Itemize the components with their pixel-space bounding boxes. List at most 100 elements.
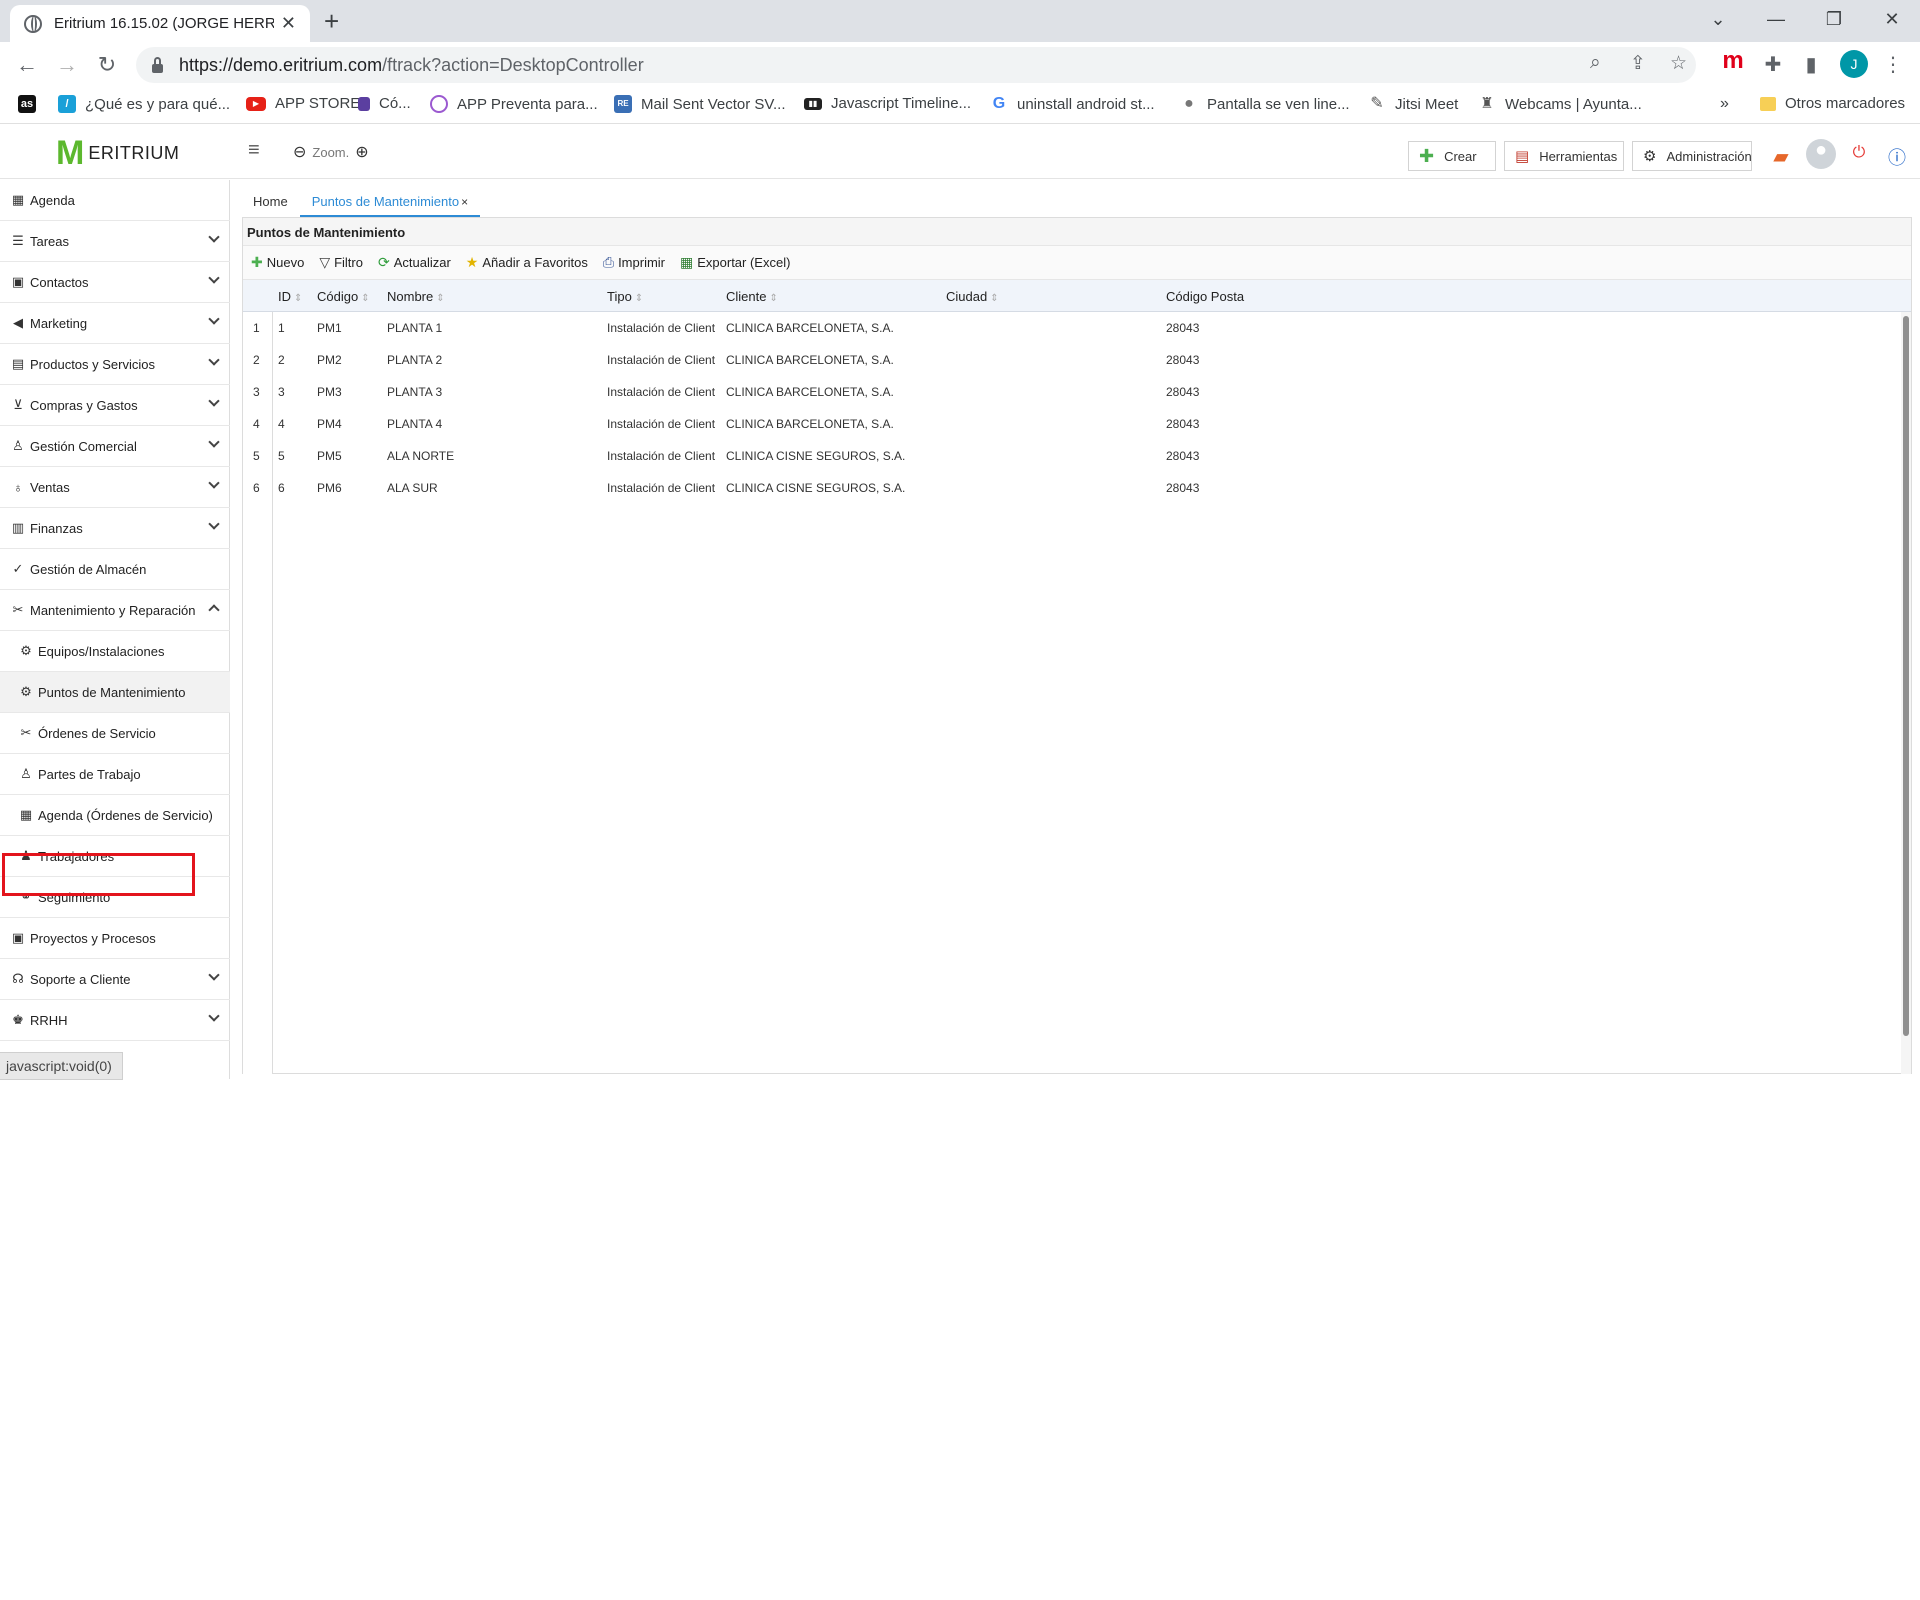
column-header-ciudad[interactable]: Ciudad ⇕ [946,289,999,304]
bookmark-2[interactable]: ▶ APP STORE [246,95,360,112]
new-tab-button[interactable]: + [324,6,339,36]
reload-button[interactable]: ↻ [92,50,122,80]
sidebar-item-gestion-comercial[interactable]: ♙ Gestión Comercial [0,426,230,467]
sidebar-item-marketing[interactable]: ◀ Marketing [0,303,230,344]
sidebar-item-equipos[interactable]: ⚙ Equipos/Instalaciones [0,631,230,672]
cell-codigo: PM4 [317,417,342,431]
user-avatar-icon[interactable]: ● [1806,139,1836,169]
restore-button[interactable]: ❐ [1806,4,1862,34]
column-header-id[interactable]: ID ⇕ [278,289,302,304]
main-content: Home Puntos de Mantenimiento × Puntos de … [231,180,1920,1079]
column-header-nombre[interactable]: Nombre ⇕ [387,289,445,304]
table-row[interactable]: 6 6 PM6 ALA SUR Instalación de Client CL… [243,472,1911,504]
extension-m-icon[interactable]: m [1718,46,1748,76]
column-header-codigo-postal[interactable]: Código Posta [1166,289,1244,304]
profile-avatar[interactable]: J [1840,50,1868,78]
bookmark-8[interactable]: ● Pantalla se ven line... [1180,95,1350,113]
address-bar[interactable]: https://demo.eritrium.com/ftrack?action=… [136,47,1696,83]
print-button[interactable]: ⎙ Imprimir [603,254,665,271]
browser-menu-icon[interactable]: ⋮ [1878,50,1908,80]
tab-puntos-mantenimiento[interactable]: Puntos de Mantenimiento × [299,186,481,218]
column-header-tipo[interactable]: Tipo ⇕ [607,289,643,304]
grid-scrollbar-thumb[interactable] [1903,316,1909,1036]
bookmark-0[interactable]: as [18,95,45,113]
sidebar-item-rrhh[interactable]: ♚ RRHH [0,1000,230,1041]
eritrium-logo[interactable]: M ERITRIUM [56,136,180,170]
sidebar-item-finanzas[interactable]: ▥ Finanzas [0,508,230,549]
tab-home[interactable]: Home [241,186,300,218]
bookmark-3[interactable]: Có... [358,95,411,112]
sidebar-item-agenda[interactable]: ▦ Agenda [0,180,230,221]
sidebar-item-productos[interactable]: ▤ Productos y Servicios [0,344,230,385]
sidebar-item-tareas[interactable]: ☰ Tareas [0,221,230,262]
bookmark-5[interactable]: RE Mail Sent Vector SV... [614,95,786,113]
hamburger-menu-icon[interactable]: ≡ [248,139,260,162]
share-icon[interactable]: ⇪ [1630,52,1646,75]
close-tab-icon[interactable]: × [461,195,468,209]
bookmark-7[interactable]: Guninstall android st... [990,95,1155,113]
filter-button[interactable]: ▽ Filtro [319,254,363,271]
help-icon[interactable]: ⓘ [1884,144,1910,170]
sidebar-item-soporte[interactable]: ☊ Soporte a Cliente [0,959,230,1000]
sidebar-item-ordenes[interactable]: ✂ Órdenes de Servicio [0,713,230,754]
browser-toolbar: ← → ↻ https://demo.eritrium.com/ftrack?a… [0,42,1920,88]
zoom-icon[interactable]: ⌕ [1590,52,1601,74]
column-header-codigo[interactable]: Código ⇕ [317,289,370,304]
sidebar-item-agenda-ordenes[interactable]: ▦ Agenda (Órdenes de Servicio) [0,795,230,836]
other-bookmarks[interactable]: Otros marcadores [1760,95,1905,112]
bookmark-1[interactable]: / ¿Qué es y para qué... [58,95,230,113]
maintenance-points-icon: ⚙ [20,684,32,699]
bookmark-star-icon[interactable]: ☆ [1670,52,1687,75]
favorite-button[interactable]: ★ Añadir a Favoritos [466,254,588,271]
bookmark-10[interactable]: ♜ Webcams | Ayunta... [1478,95,1642,113]
cell-nombre: ALA SUR [387,481,438,495]
bookmark-label: Javascript Timeline... [831,95,972,112]
table-row[interactable]: 5 5 PM5 ALA NORTE Instalación de Client … [243,440,1911,472]
close-window-button[interactable]: ✕ [1864,4,1920,34]
chevron-down-icon [208,969,220,981]
sidebar-item-mantenimiento[interactable]: ✂ Mantenimiento y Reparación [0,590,230,631]
zoom-in-icon[interactable]: ⊕ [355,142,368,162]
cell-tipo: Instalación de Client [607,481,716,495]
export-button[interactable]: ▦ Exportar (Excel) [680,254,790,271]
table-row[interactable]: 3 3 PM3 PLANTA 3 Instalación de Client C… [243,376,1911,408]
sidebar-item-ventas[interactable]: ♁ Ventas [0,467,230,508]
close-tab-icon[interactable]: ✕ [281,13,296,34]
forward-button[interactable]: → [52,50,82,80]
tools-button[interactable]: ▤ Herramientas [1504,141,1624,171]
minimize-button[interactable]: — [1748,4,1804,34]
column-header-cliente[interactable]: Cliente ⇕ [726,289,778,304]
zoom-out-icon[interactable]: ⊖ [293,142,306,162]
power-icon[interactable]: ⏻ [1846,144,1872,162]
table-row[interactable]: 4 4 PM4 PLANTA 4 Instalación de Client C… [243,408,1911,440]
sort-icon: ⇕ [361,293,370,304]
sidebar-item-proyectos[interactable]: ▣ Proyectos y Procesos [0,918,230,959]
more-bookmarks-button[interactable]: » [1720,95,1729,113]
refresh-button[interactable]: ⟳ Actualizar [378,254,451,271]
sidebar-item-partes[interactable]: ♙ Partes de Trabajo [0,754,230,795]
sidebar-item-compras[interactable]: ⊻ Compras y Gastos [0,385,230,426]
side-panel-icon[interactable]: ▮ [1796,50,1826,80]
sidebar-item-puntos-mantenimiento[interactable]: ⚙ Puntos de Mantenimiento [0,672,230,713]
bookmark-4[interactable]: APP Preventa para... [430,95,598,113]
row-number: 1 [253,321,260,335]
admin-button[interactable]: ⚙ Administración [1632,141,1752,171]
create-button[interactable]: ✚ Crear [1408,141,1496,171]
back-button[interactable]: ← [12,50,42,80]
tools-icon: ✂ [12,602,24,617]
bookmark-9[interactable]: ✎ Jitsi Meet [1368,95,1458,113]
extensions-puzzle-icon[interactable]: ✚ [1758,50,1788,80]
table-row[interactable]: 1 1 PM1 PLANTA 1 Instalación de Client C… [243,312,1911,344]
chat-icon[interactable]: ▰ [1768,144,1794,169]
logo-name: ERITRIUM [88,142,180,163]
favorite-label: Añadir a Favoritos [482,255,588,270]
new-button[interactable]: ✚ Nuevo [251,254,304,271]
table-row[interactable]: 2 2 PM2 PLANTA 2 Instalación de Client C… [243,344,1911,376]
sidebar-item-contactos[interactable]: ▣ Contactos [0,262,230,303]
sidebar-item-almacen[interactable]: ✓ Gestión de Almacén [0,549,230,590]
bookmark-6[interactable]: ▮▮ Javascript Timeline... [804,95,971,112]
browser-tab[interactable]: Eritrium 16.15.02 (JORGE HERRERA) ✕ [10,5,310,42]
chevron-down-icon [208,436,220,448]
crest-icon: ♜ [1478,95,1496,113]
tab-search-icon[interactable]: ⌄ [1690,4,1746,34]
